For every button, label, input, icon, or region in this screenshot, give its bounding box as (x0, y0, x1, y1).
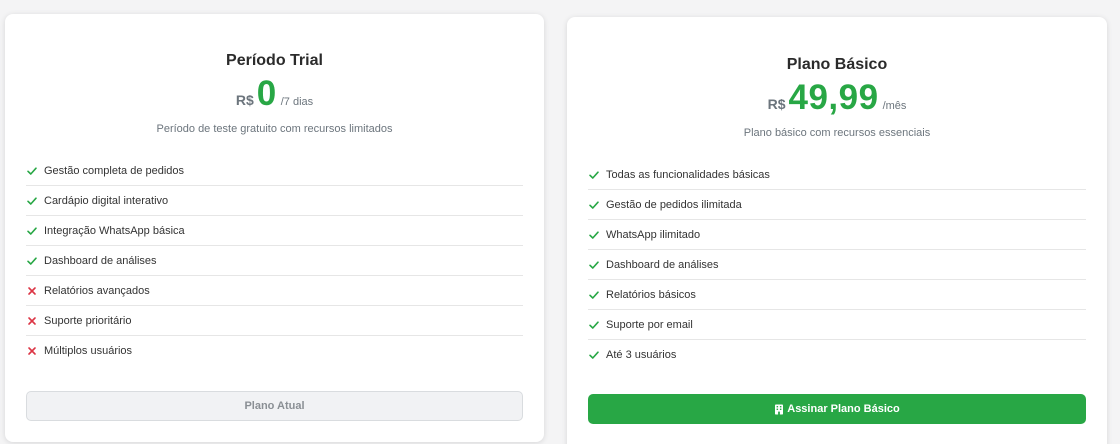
plan-card-trial: Período Trial R$ 0 /7 dias Período de te… (5, 14, 544, 442)
check-icon (27, 226, 37, 235)
feature-label: Gestão completa de pedidos (44, 164, 185, 177)
check-icon (589, 260, 599, 269)
feature-item: Integração WhatsApp básica (26, 216, 523, 246)
feature-label: Até 3 usuários (606, 349, 677, 361)
feature-label: Suporte por email (606, 318, 693, 331)
feature-label: Todas as funcionalidades básicas (606, 168, 770, 181)
feature-label: Relatórios básicos (606, 288, 696, 301)
price-currency: R$ (767, 96, 786, 112)
feature-label: Relatórios avançados (44, 284, 150, 297)
feature-item: Dashboard de análises (26, 246, 523, 276)
feature-item: Dashboard de análises (588, 250, 1086, 280)
check-icon (589, 170, 599, 179)
plan-description: Período de teste gratuito com recursos l… (156, 123, 393, 135)
price-currency: R$ (235, 92, 254, 108)
x-icon (28, 286, 36, 295)
feature-item: Cardápio digital interativo (26, 186, 523, 216)
feature-label: Suporte prioritário (44, 314, 132, 327)
feature-label: Integração WhatsApp básica (44, 224, 185, 237)
feature-label: Dashboard de análises (44, 254, 157, 267)
price-amount: 49,99 (788, 78, 879, 117)
feature-item: Relatórios básicos (588, 280, 1086, 310)
price-period: /mês (882, 100, 907, 112)
check-icon (589, 351, 599, 359)
feature-label: Gestão de pedidos ilimitada (606, 198, 742, 211)
check-icon (27, 166, 37, 175)
plan-title: Período Trial (226, 52, 323, 69)
plan-description: Plano básico com recursos essenciais (743, 127, 931, 139)
feature-item: Suporte por email (588, 310, 1086, 340)
feature-item: Até 3 usuários (588, 340, 1086, 370)
check-icon (27, 256, 37, 265)
feature-label: Cardápio digital interativo (44, 194, 169, 207)
button-label: Plano Atual (244, 400, 305, 412)
feature-list: Gestão completa de pedidos Cardápio digi… (26, 156, 523, 366)
feature-list: Todas as funcionalidades básicas Gestão … (588, 160, 1086, 370)
price-period: /7 dias (280, 96, 314, 108)
feature-item: Relatórios avançados (26, 276, 523, 306)
feature-label: WhatsApp ilimitado (606, 228, 701, 241)
check-icon (589, 290, 599, 299)
plan-header: Plano Básico R$ 49,99 /mês Plano básico … (567, 17, 1107, 139)
button-label: Assinar Plano Básico (787, 403, 900, 415)
current-plan-button[interactable]: Plano Atual (26, 391, 523, 421)
subscribe-basic-button[interactable]: Assinar Plano Básico (588, 394, 1086, 424)
plan-title: Plano Básico (786, 56, 888, 73)
price: R$ 0 /7 dias (5, 75, 544, 113)
price-amount: 0 (256, 74, 277, 113)
plan-header: Período Trial R$ 0 /7 dias Período de te… (5, 14, 544, 135)
feature-item: Suporte prioritário (26, 306, 523, 336)
check-icon (589, 200, 599, 209)
feature-label: Múltiplos usuários (44, 345, 133, 357)
feature-item: Gestão completa de pedidos (26, 156, 523, 186)
feature-item: WhatsApp ilimitado (588, 220, 1086, 250)
plan-card-basic: Plano Básico R$ 49,99 /mês Plano básico … (567, 17, 1107, 444)
feature-item: Gestão de pedidos ilimitada (588, 190, 1086, 220)
price: R$ 49,99 /mês (567, 79, 1107, 117)
x-icon (28, 316, 36, 325)
x-icon (28, 347, 36, 355)
check-icon (589, 320, 599, 329)
check-icon (27, 196, 37, 205)
feature-item: Múltiplos usuários (26, 336, 523, 366)
feature-label: Dashboard de análises (606, 258, 719, 271)
check-icon (589, 230, 599, 239)
feature-item: Todas as funcionalidades básicas (588, 160, 1086, 190)
building-icon (775, 404, 784, 414)
